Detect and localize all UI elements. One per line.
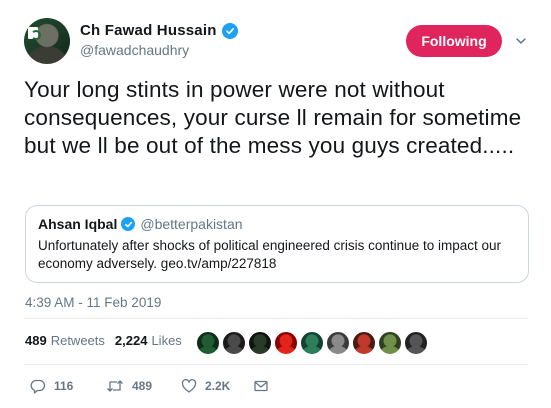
flag-icon bbox=[28, 27, 41, 40]
liker-avatar[interactable] bbox=[274, 331, 298, 355]
direct-message-button[interactable] bbox=[253, 378, 269, 394]
liker-avatar[interactable] bbox=[326, 331, 350, 355]
quoted-tweet[interactable]: Ahsan Iqbal @betterpakistan Unfortunatel… bbox=[25, 205, 529, 283]
reply-button[interactable]: 116 bbox=[30, 378, 102, 394]
liker-avatar[interactable] bbox=[222, 331, 246, 355]
tweet-timestamp[interactable]: 4:39 AM - 11 Feb 2019 bbox=[25, 295, 161, 310]
author-display-name[interactable]: Ch Fawad Hussain bbox=[80, 22, 217, 39]
likes-count: 2,224 bbox=[114, 333, 148, 348]
likes-stat[interactable]: 2,224 Likes bbox=[115, 333, 182, 348]
quoted-tweet-text: Unfortunately after shocks of political … bbox=[38, 238, 501, 271]
like-count: 2.2K bbox=[205, 379, 231, 393]
quoted-author-name: Ahsan Iqbal bbox=[38, 216, 118, 232]
divider bbox=[24, 364, 528, 365]
liker-avatar[interactable] bbox=[248, 331, 272, 355]
liker-avatar[interactable] bbox=[404, 331, 428, 355]
retweet-count: 489 bbox=[132, 379, 153, 393]
tweet-text: Your long stints in power were not witho… bbox=[24, 77, 522, 158]
reply-count: 116 bbox=[54, 379, 74, 393]
liker-avatar[interactable] bbox=[378, 331, 402, 355]
liker-avatar[interactable] bbox=[196, 331, 220, 355]
retweets-label: Retweets bbox=[50, 333, 105, 348]
quoted-author-handle: @betterpakistan bbox=[140, 216, 243, 232]
likes-label: Likes bbox=[151, 333, 182, 348]
following-button[interactable]: Following bbox=[406, 25, 502, 57]
author-handle[interactable]: @fawadchaudhry bbox=[80, 42, 189, 58]
like-button[interactable]: 2.2K bbox=[181, 378, 253, 394]
quoted-tweet-header: Ahsan Iqbal @betterpakistan bbox=[38, 216, 516, 232]
engagement-stats: 489 Retweets 2,224 Likes bbox=[25, 333, 182, 348]
retweet-button[interactable]: 489 bbox=[106, 378, 178, 394]
retweets-count: 489 bbox=[25, 333, 47, 348]
verified-badge-icon bbox=[121, 217, 136, 231]
verified-badge-icon bbox=[221, 22, 238, 39]
liker-avatars bbox=[196, 331, 430, 355]
tweet-actions: 116 489 2.2K bbox=[30, 378, 269, 394]
reply-icon bbox=[30, 379, 46, 394]
author-avatar[interactable] bbox=[24, 18, 70, 64]
retweets-stat[interactable]: 489 Retweets bbox=[25, 333, 105, 348]
liker-avatar[interactable] bbox=[300, 331, 324, 355]
divider bbox=[24, 318, 528, 319]
heart-icon bbox=[181, 378, 197, 393]
chevron-down-icon[interactable] bbox=[515, 35, 527, 47]
liker-avatar[interactable] bbox=[352, 331, 376, 355]
envelope-icon bbox=[254, 380, 268, 392]
retweet-icon bbox=[107, 380, 123, 392]
author-name-row: Ch Fawad Hussain bbox=[80, 22, 238, 39]
